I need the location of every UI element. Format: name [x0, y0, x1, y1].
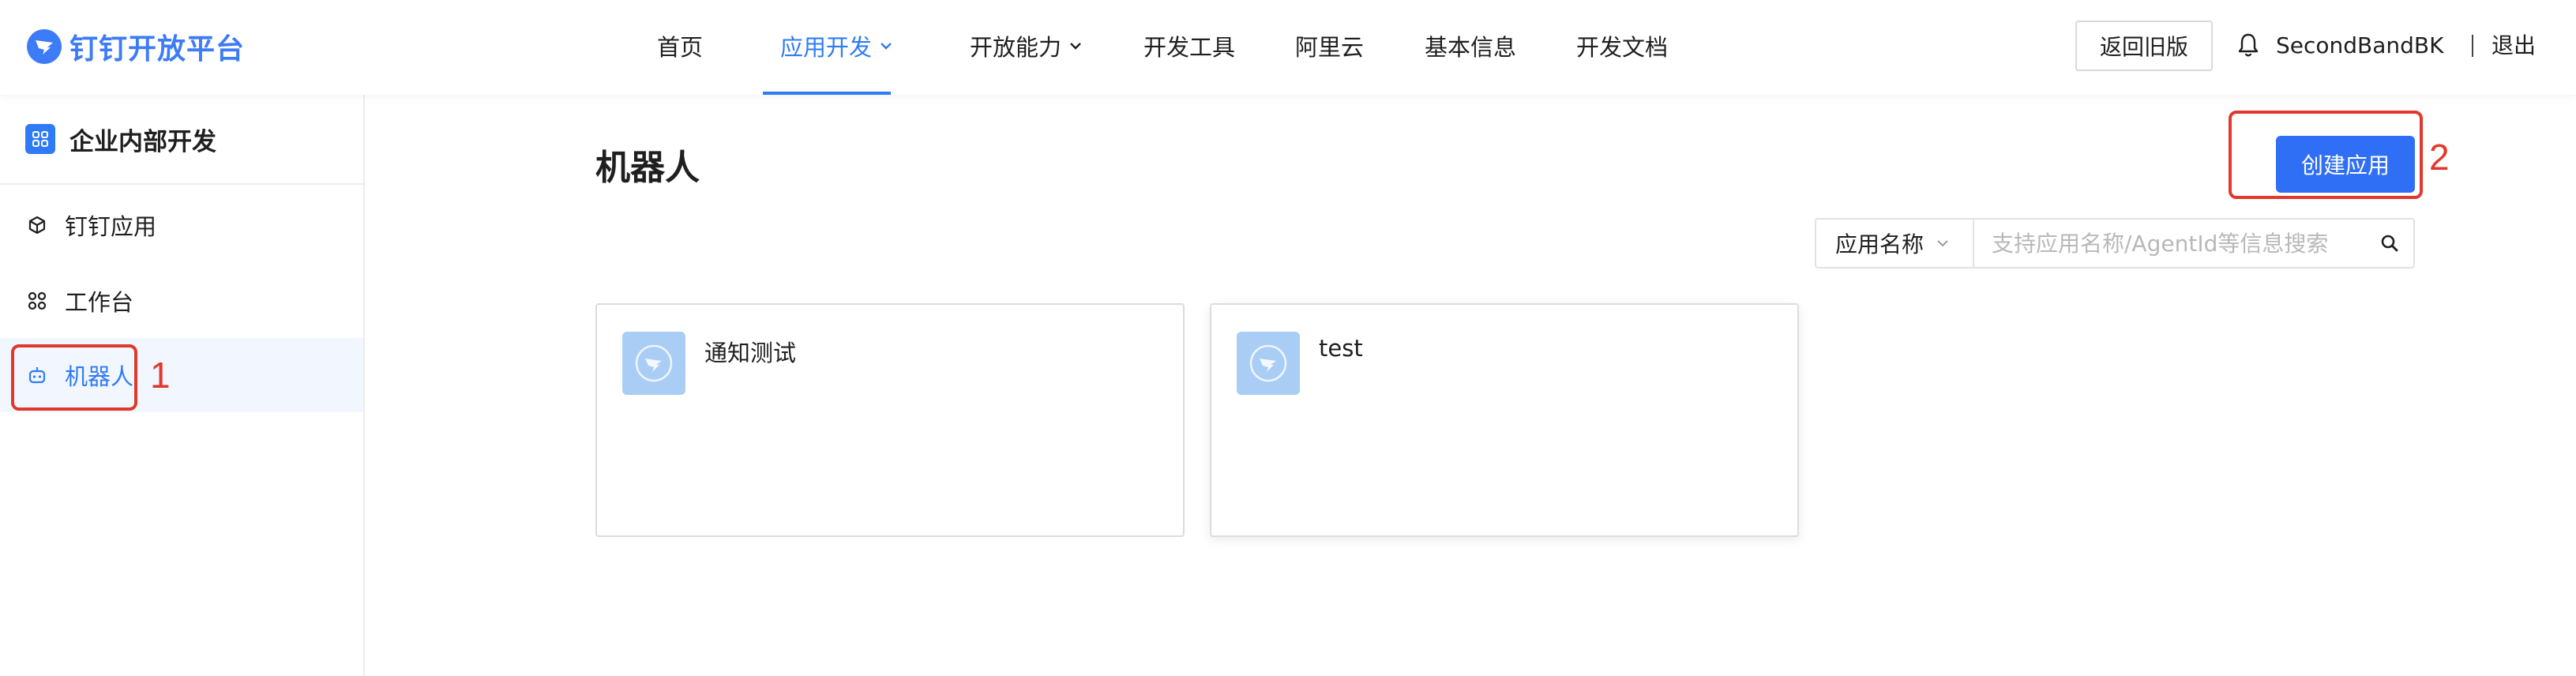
- sidebar-item-label: 钉钉应用: [65, 213, 157, 240]
- cube-icon: [27, 215, 47, 235]
- app-card[interactable]: 通知测试: [595, 303, 1185, 537]
- nav-aliyun[interactable]: 阿里云: [1295, 28, 1364, 63]
- brand-logo[interactable]: 钉钉开放平台: [25, 24, 245, 69]
- chevron-down-icon: [1937, 240, 1948, 247]
- search-field-label: 应用名称: [1835, 231, 1924, 257]
- apps-grid-icon: [25, 124, 55, 154]
- command-icon: [27, 291, 47, 311]
- sidebar-item-dingtalk-apps[interactable]: 钉钉应用: [0, 188, 363, 262]
- search-icon[interactable]: [2366, 220, 2413, 267]
- search-field-select[interactable]: 应用名称: [1816, 220, 1974, 267]
- username[interactable]: SecondBandBK: [2276, 28, 2444, 63]
- app-icon: [1237, 332, 1300, 395]
- chevron-down-icon: [881, 43, 892, 50]
- sidebar-title: 企业内部开发: [69, 127, 216, 156]
- annotation-number-2: 2: [2429, 137, 2450, 178]
- chevron-down-icon: [1070, 43, 1081, 50]
- nav-open-capabilities-label: 开放能力: [970, 34, 1062, 61]
- nav-aliyun-label: 阿里云: [1295, 34, 1365, 61]
- annotation-number-1: 1: [150, 355, 171, 396]
- sidebar-item-label: 工作台: [65, 289, 134, 316]
- nav-home-label: 首页: [657, 34, 704, 61]
- app-icon: [622, 332, 685, 395]
- top-navigation-bar: 钉钉开放平台 首页 应用开发 开放能力 开发工具 阿里云 基本信息 开发文档 返…: [0, 0, 2576, 95]
- nav-dev-docs-label: 开发文档: [1576, 34, 1669, 61]
- return-old-version-button[interactable]: 返回旧版: [2075, 21, 2213, 71]
- nav-home[interactable]: 首页: [657, 28, 703, 63]
- sidebar-header: 企业内部开发: [0, 95, 363, 185]
- search-input[interactable]: [1974, 220, 2366, 267]
- search-bar: 应用名称: [1815, 218, 2415, 269]
- nav-dev-docs[interactable]: 开发文档: [1576, 28, 1668, 63]
- app-card-name: test: [1319, 335, 1363, 362]
- active-nav-indicator: [763, 92, 891, 95]
- app-card-name: 通知测试: [704, 340, 797, 366]
- brand-name: 钉钉开放平台: [69, 33, 246, 66]
- logout-link[interactable]: 退出: [2492, 28, 2536, 63]
- nav-app-development-label: 应用开发: [780, 34, 873, 61]
- annotation-box-1: [11, 344, 137, 411]
- nav-dev-tools-label: 开发工具: [1143, 34, 1236, 61]
- bell-icon[interactable]: [2236, 32, 2260, 58]
- nav-open-capabilities[interactable]: 开放能力: [970, 28, 1083, 63]
- page-title: 机器人: [595, 148, 700, 188]
- header-divider: [2472, 35, 2473, 57]
- annotation-box-2: [2229, 111, 2423, 199]
- nav-app-development[interactable]: 应用开发: [780, 28, 894, 63]
- nav-dev-tools[interactable]: 开发工具: [1143, 28, 1235, 63]
- nav-basic-info[interactable]: 基本信息: [1425, 28, 1516, 63]
- app-card[interactable]: test: [1210, 303, 1799, 537]
- nav-basic-info-label: 基本信息: [1425, 34, 1517, 61]
- sidebar-item-workbench[interactable]: 工作台: [0, 264, 363, 338]
- dingtalk-logo-icon: [27, 29, 62, 64]
